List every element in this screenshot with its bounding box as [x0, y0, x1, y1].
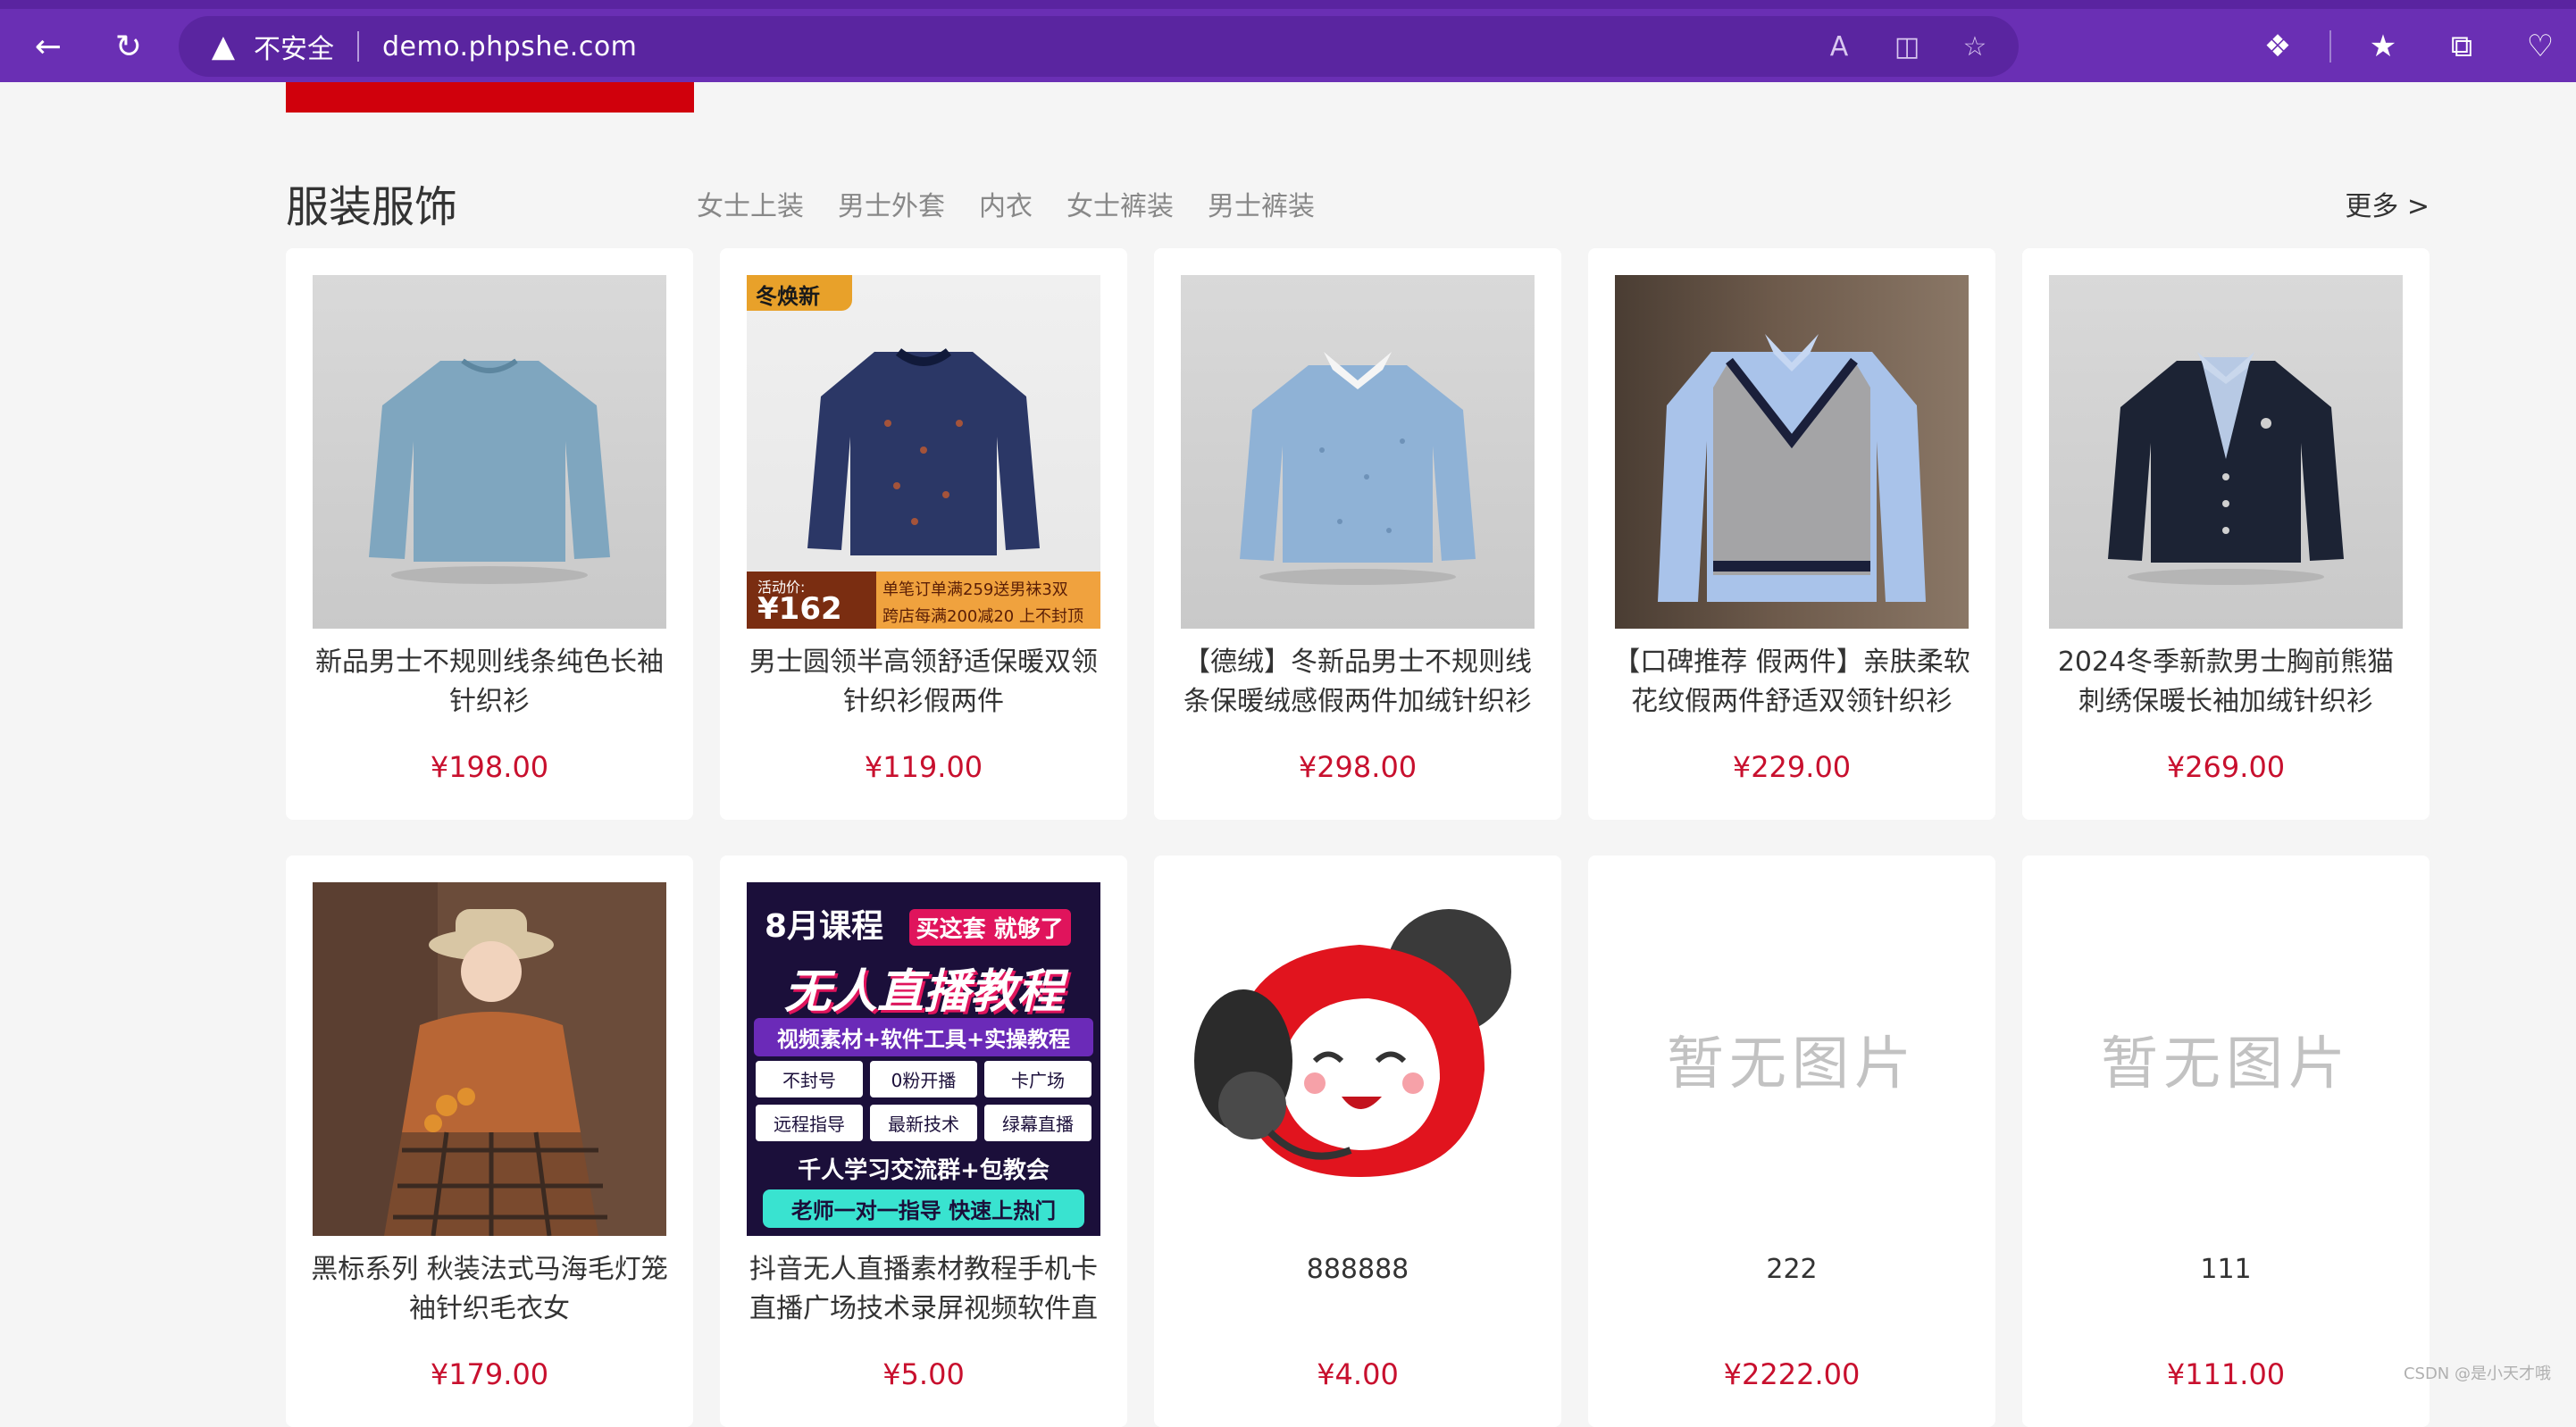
- promo-badge: 冬焕新: [747, 275, 852, 311]
- section-header: 服装服饰 女士上装 男士外套 内衣 女士裤装 男士裤装 更多 >: [286, 166, 2430, 238]
- sweater-image: [1224, 325, 1492, 593]
- performance-icon[interactable]: ♡: [2513, 20, 2567, 73]
- poster-check: 远程指导: [756, 1105, 863, 1141]
- product-price: ¥5.00: [720, 1357, 1127, 1391]
- section-tabs: 女士上装 男士外套 内衣 女士裤装 男士裤装: [697, 184, 1315, 223]
- poster-title: 无人直播教程: [747, 954, 1100, 1021]
- product-card[interactable]: 【口碑推荐 假两件】亲肤柔软花纹假两件舒适双领针织衫 ¥229.00: [1588, 248, 1995, 820]
- product-card[interactable]: 888888 ¥4.00: [1154, 855, 1561, 1427]
- cardigan-image: [2092, 325, 2360, 593]
- extensions-icon[interactable]: ❖: [2251, 20, 2304, 73]
- product-name[interactable]: 888888: [1177, 1250, 1538, 1331]
- product-name[interactable]: 黑标系列 秋装法式马海毛灯笼袖针织毛衣女: [309, 1250, 670, 1331]
- mascot-image: [1181, 882, 1535, 1236]
- activity-price-value: 162: [779, 591, 842, 627]
- product-card[interactable]: 冬焕新 活动价: ¥162 单笔订单满259送男袜3双 跨店每满200减20 上…: [720, 248, 1127, 820]
- product-name[interactable]: 新品男士不规则线条纯色长袖针织衫: [309, 643, 670, 723]
- tab-women-pants[interactable]: 女士裤装: [1066, 184, 1174, 223]
- product-grid: 新品男士不规则线条纯色长袖针织衫 ¥198.00 冬焕新 活动价: ¥162 单…: [286, 248, 2431, 1427]
- address-bar-actions: A ◫ ☆: [1819, 16, 1995, 77]
- no-image-placeholder[interactable]: 暂无图片: [2049, 882, 2403, 1236]
- poster-check: 不封号: [756, 1061, 863, 1097]
- product-price: ¥298.00: [1154, 750, 1561, 784]
- tab-men-coats[interactable]: 男士外套: [838, 184, 945, 223]
- poster-course: 8月课程: [765, 908, 883, 945]
- address-separator: [357, 31, 359, 62]
- poster-check: 卡广场: [984, 1061, 1091, 1097]
- url-text[interactable]: demo.phpshe.com: [382, 31, 637, 63]
- poster-teacher: 老师一对一指导 快速上热门: [763, 1189, 1084, 1228]
- promo-strip: 活动价: ¥162 单笔订单满259送男袜3双 跨店每满200减20 上不封顶: [747, 572, 1100, 629]
- browser-actions: ❖ ★ ⧉ ♡: [2251, 20, 2567, 73]
- product-image[interactable]: [313, 882, 666, 1236]
- product-name[interactable]: 2024冬季新款男士胸前熊猫刺绣保暖长袖加绒针织衫: [2045, 643, 2406, 723]
- product-card[interactable]: 暂无图片 222 ¥2222.00: [1588, 855, 1995, 1427]
- product-price: ¥2222.00: [1588, 1357, 1995, 1391]
- read-aloud-icon[interactable]: A: [1819, 26, 1860, 67]
- promo-offer-1: 单笔订单满259送男袜3双: [882, 577, 1068, 600]
- product-price: ¥269.00: [2022, 750, 2430, 784]
- product-price: ¥229.00: [1588, 750, 1995, 784]
- product-card[interactable]: 暂无图片 111 ¥111.00: [2022, 855, 2430, 1427]
- woman-photo: [313, 882, 666, 1236]
- vest-image: [1649, 307, 1935, 611]
- product-image[interactable]: 冬焕新 活动价: ¥162 单笔订单满259送男袜3双 跨店每满200减20 上…: [747, 275, 1100, 629]
- favorite-add-icon[interactable]: ☆: [1954, 26, 1995, 67]
- poster-check: 最新技术: [870, 1105, 977, 1141]
- poster-checklist: 不封号 0粉开播 卡广场 远程指导 最新技术 绿幕直播: [756, 1061, 1091, 1141]
- address-bar[interactable]: ▲ 不安全 demo.phpshe.com A ◫ ☆: [179, 16, 2019, 77]
- favorites-icon[interactable]: ★: [2356, 20, 2410, 73]
- poster-subtitle: 视频素材+软件工具+实操教程: [754, 1018, 1093, 1056]
- product-name[interactable]: 抖音无人直播素材教程手机卡直播广场技术录屏视频软件直播间: [743, 1250, 1104, 1331]
- red-banner: [286, 82, 694, 113]
- reload-icon[interactable]: ↻: [102, 20, 155, 73]
- product-image[interactable]: [313, 275, 666, 629]
- warning-icon: ▲: [205, 29, 241, 64]
- reader-view-icon[interactable]: ◫: [1886, 26, 1928, 67]
- poster-slogan: 买这套 就够了: [909, 909, 1071, 946]
- product-name[interactable]: 【口碑推荐 假两件】亲肤柔软花纹假两件舒适双领针织衫: [1611, 643, 1972, 723]
- product-card[interactable]: 8月课程 买这套 就够了 无人直播教程 视频素材+软件工具+实操教程 不封号 0…: [720, 855, 1127, 1427]
- product-image[interactable]: [2049, 275, 2403, 629]
- product-price: ¥111.00: [2022, 1357, 2430, 1391]
- product-price: ¥179.00: [286, 1357, 693, 1391]
- no-image-placeholder[interactable]: 暂无图片: [1615, 882, 1969, 1236]
- poster-line-1: 8月课程 买这套 就够了: [747, 900, 1100, 947]
- sweater-image: [790, 325, 1058, 593]
- toolbar-separator: [2329, 30, 2331, 63]
- section-title: 服装服饰: [286, 171, 457, 234]
- promo-offer-2: 跨店每满200减20 上不封顶: [882, 604, 1083, 627]
- tab-strip: [0, 0, 2576, 9]
- activity-price: ¥162: [757, 591, 842, 627]
- tab-men-pants[interactable]: 男士裤装: [1208, 184, 1315, 223]
- product-image[interactable]: 8月课程 买这套 就够了 无人直播教程 视频素材+软件工具+实操教程 不封号 0…: [747, 882, 1100, 1236]
- poster-group: 千人学习交流群+包教会: [747, 1152, 1100, 1185]
- more-link[interactable]: 更多 >: [2345, 184, 2430, 223]
- product-price: ¥198.00: [286, 750, 693, 784]
- product-name[interactable]: 222: [1611, 1250, 1972, 1331]
- poster-check: 0粉开播: [870, 1061, 977, 1097]
- product-image[interactable]: [1181, 882, 1535, 1236]
- browser-toolbar: ← ↻ ▲ 不安全 demo.phpshe.com A ◫ ☆ ❖ ★ ⧉ ♡: [0, 0, 2576, 82]
- product-name[interactable]: 男士圆领半高领舒适保暖双领针织衫假两件: [743, 643, 1104, 723]
- product-card[interactable]: 黑标系列 秋装法式马海毛灯笼袖针织毛衣女 ¥179.00: [286, 855, 693, 1427]
- product-image[interactable]: [1181, 275, 1535, 629]
- insecure-label: 不安全: [254, 27, 334, 66]
- watermark: CSDN @是小天才哦: [2404, 1361, 2551, 1384]
- product-card[interactable]: 2024冬季新款男士胸前熊猫刺绣保暖长袖加绒针织衫 ¥269.00: [2022, 248, 2430, 820]
- promo-badge-text: 冬焕新: [747, 275, 852, 313]
- back-icon[interactable]: ←: [21, 20, 75, 73]
- product-price: ¥4.00: [1154, 1357, 1561, 1391]
- tab-women-tops[interactable]: 女士上装: [697, 184, 804, 223]
- product-image[interactable]: [1615, 275, 1969, 629]
- product-card[interactable]: 【德绒】冬新品男士不规则线条保暖绒感假两件加绒针织衫 ¥298.00: [1154, 248, 1561, 820]
- sweater-image: [355, 325, 623, 593]
- product-card[interactable]: 新品男士不规则线条纯色长袖针织衫 ¥198.00: [286, 248, 693, 820]
- product-name[interactable]: 【德绒】冬新品男士不规则线条保暖绒感假两件加绒针织衫: [1177, 643, 1538, 723]
- collections-icon[interactable]: ⧉: [2435, 20, 2488, 73]
- poster-check: 绿幕直播: [984, 1105, 1091, 1141]
- tab-underwear[interactable]: 内衣: [979, 184, 1033, 223]
- product-name[interactable]: 111: [2045, 1250, 2406, 1331]
- product-price: ¥119.00: [720, 750, 1127, 784]
